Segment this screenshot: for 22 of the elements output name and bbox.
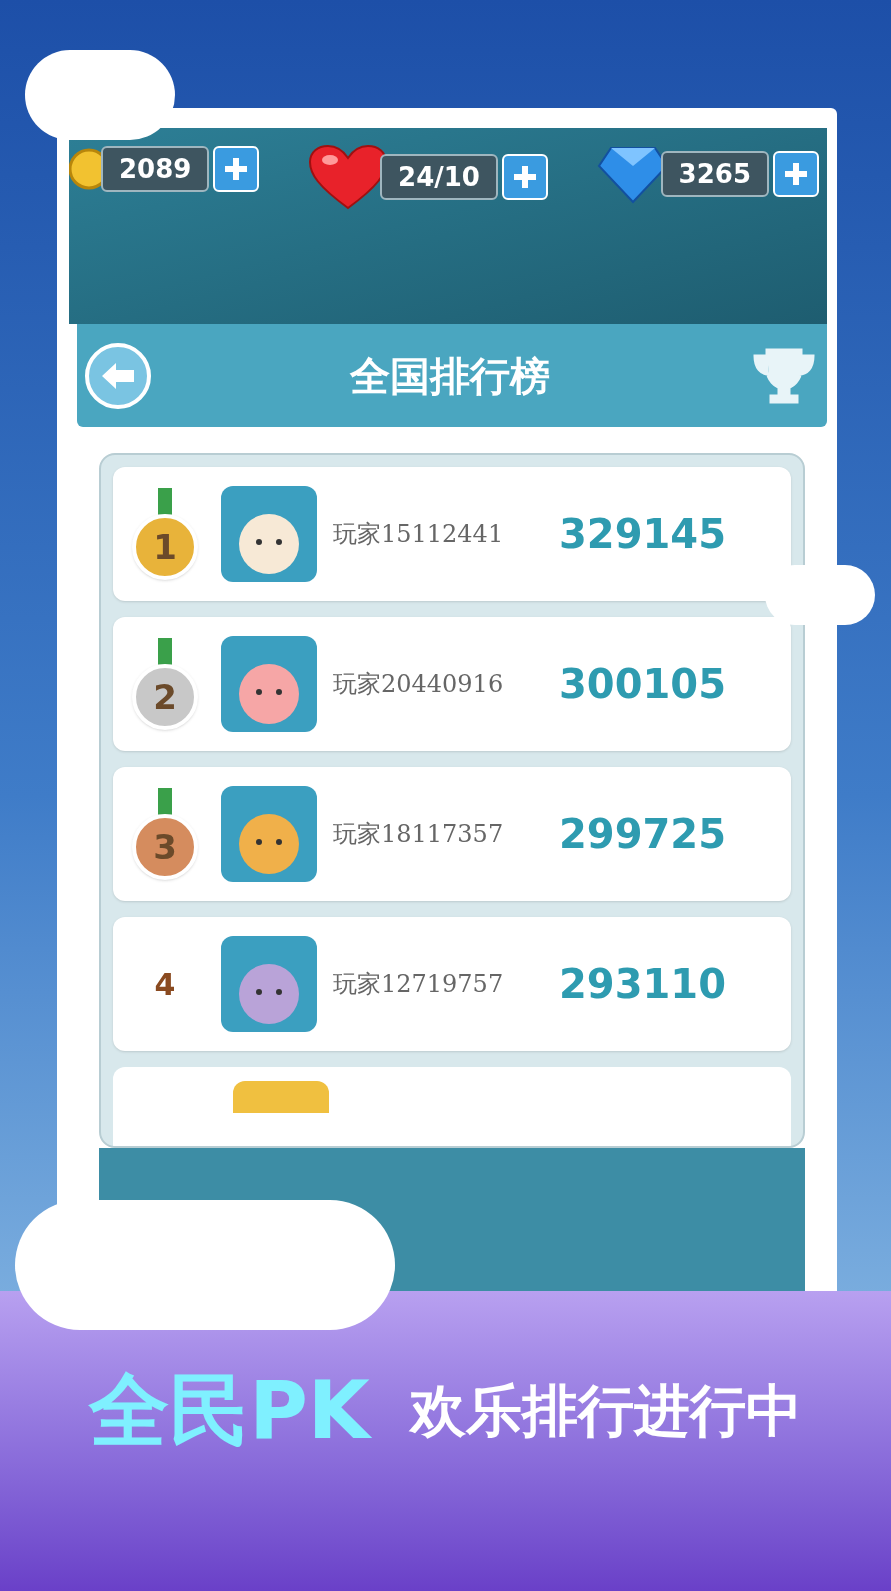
player-score: 293110: [559, 960, 726, 1009]
player-score: 300105: [559, 660, 726, 709]
player-name: 玩家15112441: [333, 519, 505, 550]
plus-icon: [783, 161, 809, 187]
currency-count: 24/10: [380, 154, 498, 200]
player-name: 玩家12719757: [333, 969, 505, 1000]
add-button[interactable]: [213, 146, 260, 192]
plus-icon: [223, 156, 250, 182]
promo-headline: 全民PK: [89, 1363, 370, 1459]
rank-number: 4: [154, 965, 176, 1004]
player-name: 玩家18117357: [333, 819, 505, 850]
player-score: 299725: [559, 810, 726, 859]
promo-tagline: 欢乐排行进行中: [409, 1377, 802, 1445]
player-name: 玩家20440916: [333, 669, 505, 700]
player-score: 329145: [559, 510, 726, 559]
screen-title: 全国排行榜: [350, 351, 550, 401]
currency-count: 2089: [101, 146, 210, 192]
add-button[interactable]: [773, 151, 819, 197]
add-button[interactable]: [501, 154, 548, 200]
back-arrow-icon: [100, 360, 136, 391]
plus-icon: [511, 164, 538, 190]
currency-count: 3265: [660, 151, 769, 197]
